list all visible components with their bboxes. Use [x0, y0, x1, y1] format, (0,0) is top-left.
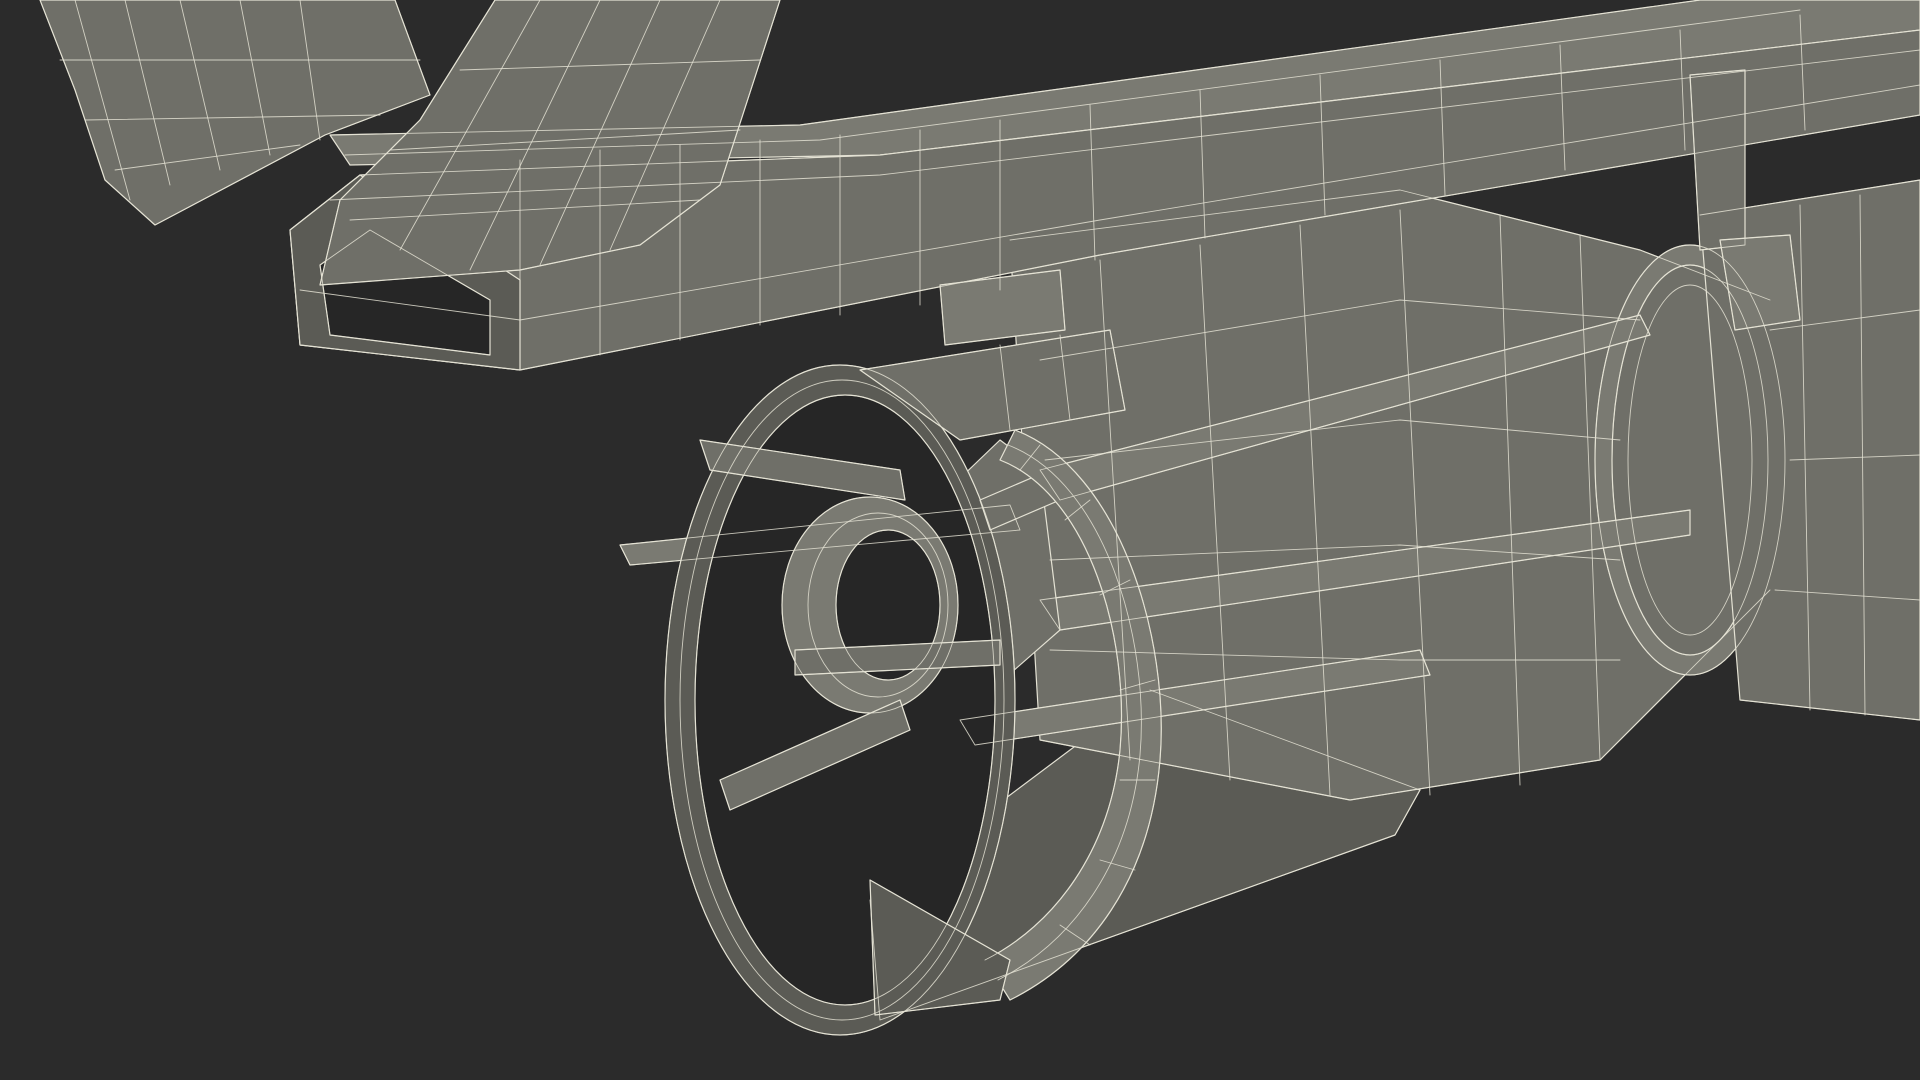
- 3d-viewport[interactable]: [0, 0, 1920, 1080]
- wireframe-render: [0, 0, 1920, 1080]
